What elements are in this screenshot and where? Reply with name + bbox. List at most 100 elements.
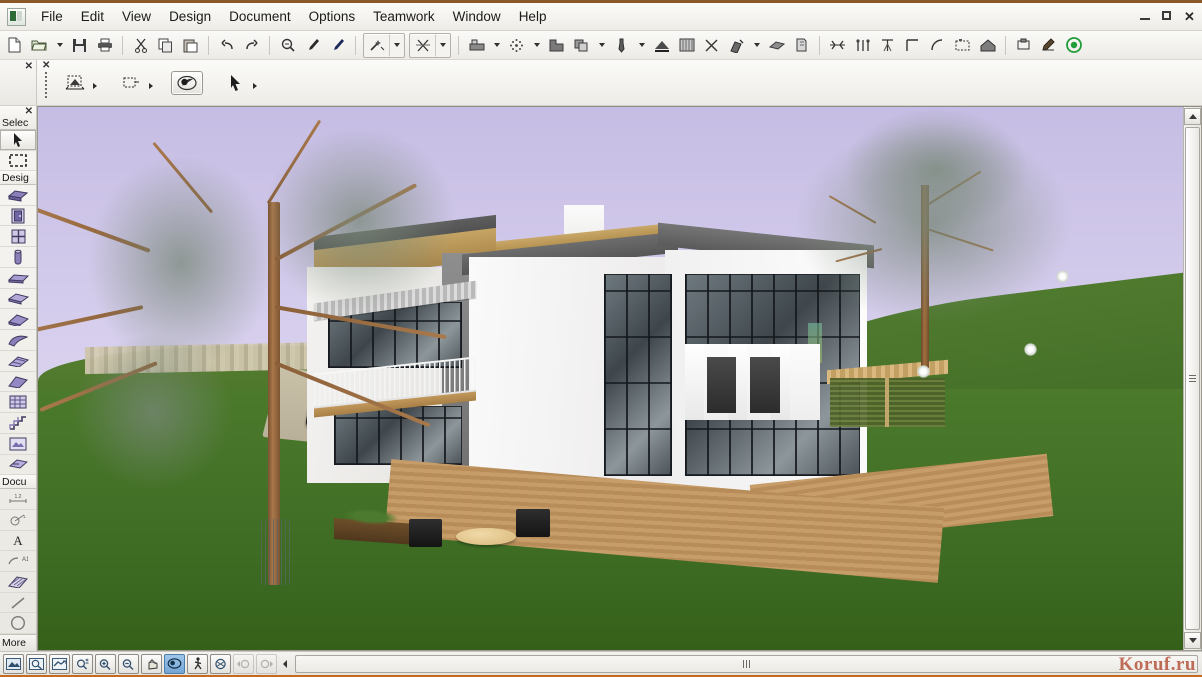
navigation-palette-close-icon[interactable]: ✕ [42,61,50,71]
pan-hand-button[interactable] [141,653,162,674]
print-icon[interactable] [93,34,116,57]
home-3d-icon[interactable] [976,34,999,57]
toolbox-item-roof-tool[interactable] [0,309,36,331]
toolbox-item-text-tool[interactable]: A [0,531,36,552]
zoom-plusminus-button[interactable] [72,653,93,674]
zoom-in-button[interactable] [95,653,116,674]
marquee-3d-tool[interactable] [59,71,99,95]
measure-tape-dropdown-arrow[interactable] [749,34,764,57]
scroll-up-arrow-icon[interactable] [1184,108,1201,125]
toolbox-item-column-tool[interactable] [0,247,36,268]
menu-window[interactable]: Window [444,6,510,28]
marquee-3d-flyout-arrow[interactable] [91,76,99,90]
menu-file[interactable]: File [32,6,72,28]
pen-set-dropdown-arrow[interactable] [634,34,649,57]
orbit-tool[interactable] [171,70,203,95]
render-setting-icon[interactable] [650,34,673,57]
walk-button[interactable] [187,653,208,674]
intersection-icon[interactable] [700,34,723,57]
maximize-button[interactable] [1161,10,1174,23]
paste-icon[interactable] [179,34,202,57]
drawing-frame-icon[interactable] [951,34,974,57]
toolbox-item-line-tool[interactable] [0,593,36,614]
menu-help[interactable]: Help [510,6,556,28]
grid-snap-icon[interactable] [505,34,528,57]
menu-view[interactable]: View [113,6,160,28]
scroll-down-arrow-icon[interactable] [1184,632,1201,649]
display-order-icon[interactable] [570,34,593,57]
orbit-button[interactable] [164,653,185,674]
zoom-area-button[interactable] [26,653,47,674]
3d-viewport[interactable] [37,106,1202,651]
toolbox-item-arrow-tool[interactable] [0,129,36,151]
toolbox-item-beam-tool[interactable] [0,268,36,289]
zoom-out-button[interactable] [118,653,139,674]
explore-button[interactable] [210,653,231,674]
trim-scissors-icon[interactable] [411,34,434,57]
undo-arrow-icon[interactable] [215,34,238,57]
toolbox-item-shell-tool[interactable] [0,330,36,351]
redo-arrow-icon[interactable] [240,34,263,57]
photorender-icon[interactable] [1062,34,1085,57]
toolbox-item-door-tool[interactable] [0,206,36,227]
magic-wand-icon[interactable] [365,34,388,57]
selection-box-flyout-arrow[interactable] [147,76,155,90]
new-document-icon[interactable] [3,34,26,57]
zoom-previous-step-button[interactable] [233,653,254,674]
toolbox-item-circle-tool[interactable] [0,613,36,635]
menu-options[interactable]: Options [300,6,365,28]
menu-edit[interactable]: Edit [72,6,113,28]
arc-icon[interactable] [926,34,949,57]
menu-document[interactable]: Document [220,6,300,28]
trim-dropdown-arrow[interactable] [435,33,450,57]
zoom-next-step-button[interactable] [256,653,277,674]
layer-settings-icon[interactable] [545,34,568,57]
measure-tape-icon[interactable] [725,34,748,57]
orbit-icon[interactable] [171,70,203,95]
section-plane-icon[interactable] [765,34,788,57]
menu-design[interactable]: Design [160,6,220,28]
toolbox-item-curtain-wall-tool[interactable] [0,392,36,414]
minimize-button[interactable] [1139,10,1152,23]
storey-settings-dropdown-arrow[interactable] [489,34,504,57]
toolbox-item-object-tool[interactable] [0,434,36,455]
cut-scissors-icon[interactable] [129,34,152,57]
vertical-scroll-thumb[interactable] [1185,127,1200,630]
inject-parameters-icon[interactable] [326,34,349,57]
toolbox-item-dimension-tool[interactable]: 1.2 [0,489,36,510]
palette-drag-grip[interactable]: ✕ [41,60,51,105]
save-disk-icon[interactable] [68,34,91,57]
arrow-pointer-tool[interactable] [219,71,259,95]
find-select-icon[interactable] [276,34,299,57]
toolbox-panel-close-icon[interactable]: ✕ [25,107,33,117]
open-folder-icon[interactable] [28,34,51,57]
toolbox-item-marquee-tool[interactable] [0,151,36,172]
arrow-pointer-icon[interactable] [219,71,251,95]
toolbox-item-fill-tool[interactable] [0,572,36,593]
copy-icon[interactable] [154,34,177,57]
toolbox-item-stair-tool[interactable] [0,413,36,434]
pen-set-icon[interactable] [610,34,633,57]
fit-in-window-button[interactable] [3,653,24,674]
arrow-pointer-flyout-arrow[interactable] [251,76,259,90]
magic-wand-dropdown-arrow[interactable] [389,33,404,57]
archicad-app-icon[interactable] [7,7,26,26]
close-button[interactable]: ✕ [1183,10,1196,23]
menu-teamwork[interactable]: Teamwork [364,6,444,28]
toolbox-item-zone-tool[interactable] [0,455,36,476]
object-settings-icon[interactable] [1012,34,1035,57]
corner-icon[interactable] [901,34,924,57]
toolbox-item-window-tool[interactable] [0,226,36,248]
toolbox-close-icon[interactable]: ✕ [25,62,33,72]
previous-zoom-button[interactable] [49,653,70,674]
toolbox-item-label-tool[interactable]: A1 [0,551,36,572]
toolbox-item-radial-dimension-tool[interactable]: 1.2 [0,510,36,531]
horizontal-scrollbar[interactable] [295,654,1198,673]
selection-box-tool[interactable] [115,71,155,95]
light-icon[interactable] [1037,34,1060,57]
open-folder-dropdown-arrow[interactable] [52,34,67,57]
toolbox-item-slab-tool[interactable] [0,289,36,310]
toolbox-item-mesh-tool[interactable] [0,351,36,372]
selection-box-icon[interactable] [115,71,147,95]
distribute-icon[interactable] [851,34,874,57]
